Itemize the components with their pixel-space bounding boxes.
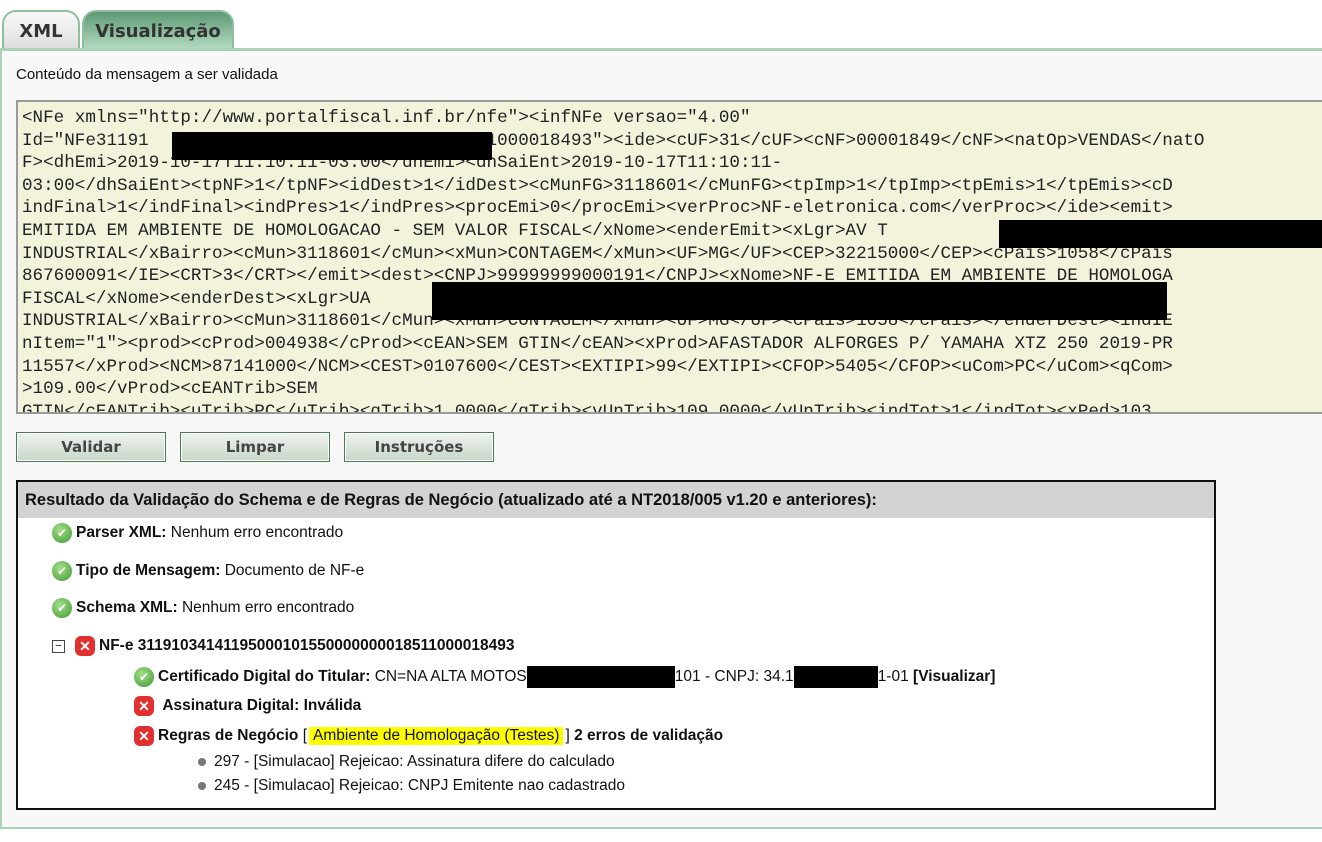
- redaction: [999, 220, 1322, 248]
- message-type-row: ✔ Tipo de Mensagem: Documento de NF-e: [52, 561, 364, 581]
- message-type-value: Documento de NF-e: [224, 562, 365, 579]
- schema-row: ✔ Schema XML: Nenhum erro encontrado: [52, 598, 354, 618]
- check-icon: ✔: [52, 523, 72, 543]
- error-icon: ✕: [134, 726, 154, 746]
- error-text: 297 - [Simulacao] Rejeicao: Assinatura d…: [214, 753, 615, 770]
- check-icon: ✔: [52, 561, 72, 581]
- redaction: [432, 282, 1167, 320]
- certificate-cnpj: 101 - CNPJ: 34.1: [674, 668, 794, 685]
- error-item: 297 - [Simulacao] Rejeicao: Assinatura d…: [198, 753, 615, 771]
- redaction: [793, 666, 878, 688]
- nfe-row: − ✕ NF-e 3119103414119500010155000000001…: [52, 636, 514, 656]
- parser-row: ✔ Parser XML: Nenhum erro encontrado: [52, 523, 343, 543]
- schema-label: Schema XML:: [76, 599, 178, 616]
- environment-badge: Ambiente de Homologação (Testes): [309, 727, 564, 745]
- validation-result-panel: Resultado da Validação do Schema e de Re…: [16, 480, 1216, 810]
- message-type-label: Tipo de Mensagem:: [76, 562, 221, 579]
- content-label: Conteúdo da mensagem a ser validada: [16, 66, 278, 83]
- error-icon: ✕: [134, 696, 154, 716]
- certificate-cn: CN=NA ALTA MOTOS: [374, 668, 527, 685]
- error-item: 245 - [Simulacao] Rejeicao: CNPJ Emitent…: [198, 777, 625, 795]
- tab-visualizacao[interactable]: Visualização: [82, 10, 234, 50]
- xml-textarea[interactable]: <NFe xmlns="http://www.portalfiscal.inf.…: [16, 100, 1322, 414]
- business-rules-row: ✕ Regras de Negócio [Ambiente de Homolog…: [134, 726, 723, 746]
- certificate-row: ✔ Certificado Digital do Titular: CN=NA …: [134, 666, 995, 688]
- view-certificate-link[interactable]: [Visualizar]: [913, 668, 995, 686]
- result-title: Resultado da Validação do Schema e de Re…: [18, 482, 1214, 518]
- check-icon: ✔: [134, 667, 154, 687]
- redaction: [172, 132, 492, 160]
- nfe-label: NF-e 31191034141195000101550000000018511…: [99, 637, 515, 654]
- rules-summary: 2 erros de validação: [574, 727, 724, 744]
- certificate-label: Certificado Digital do Titular:: [158, 668, 371, 685]
- collapse-icon[interactable]: −: [52, 639, 65, 653]
- clear-button[interactable]: Limpar: [180, 432, 330, 462]
- bullet-icon: [198, 758, 206, 766]
- error-text: 245 - [Simulacao] Rejeicao: CNPJ Emitent…: [214, 777, 625, 794]
- signature-row: ✕ Assinatura Digital: Inválida: [134, 696, 361, 716]
- redaction: [526, 666, 675, 688]
- check-icon: ✔: [52, 598, 72, 618]
- validate-button[interactable]: Validar: [16, 432, 166, 462]
- parser-value: Nenhum erro encontrado: [170, 524, 344, 541]
- signature-label: Assinatura Digital:: [162, 697, 300, 714]
- rules-label: Regras de Negócio: [158, 727, 299, 744]
- schema-value: Nenhum erro encontrado: [181, 599, 355, 616]
- parser-label: Parser XML:: [76, 524, 167, 541]
- signature-value: Inválida: [303, 697, 362, 714]
- instructions-button[interactable]: Instruções: [344, 432, 494, 462]
- certificate-cnpj-end: 1-01: [877, 668, 909, 685]
- tab-xml[interactable]: XML: [2, 10, 80, 50]
- error-icon: ✕: [75, 636, 95, 656]
- bullet-icon: [198, 782, 206, 790]
